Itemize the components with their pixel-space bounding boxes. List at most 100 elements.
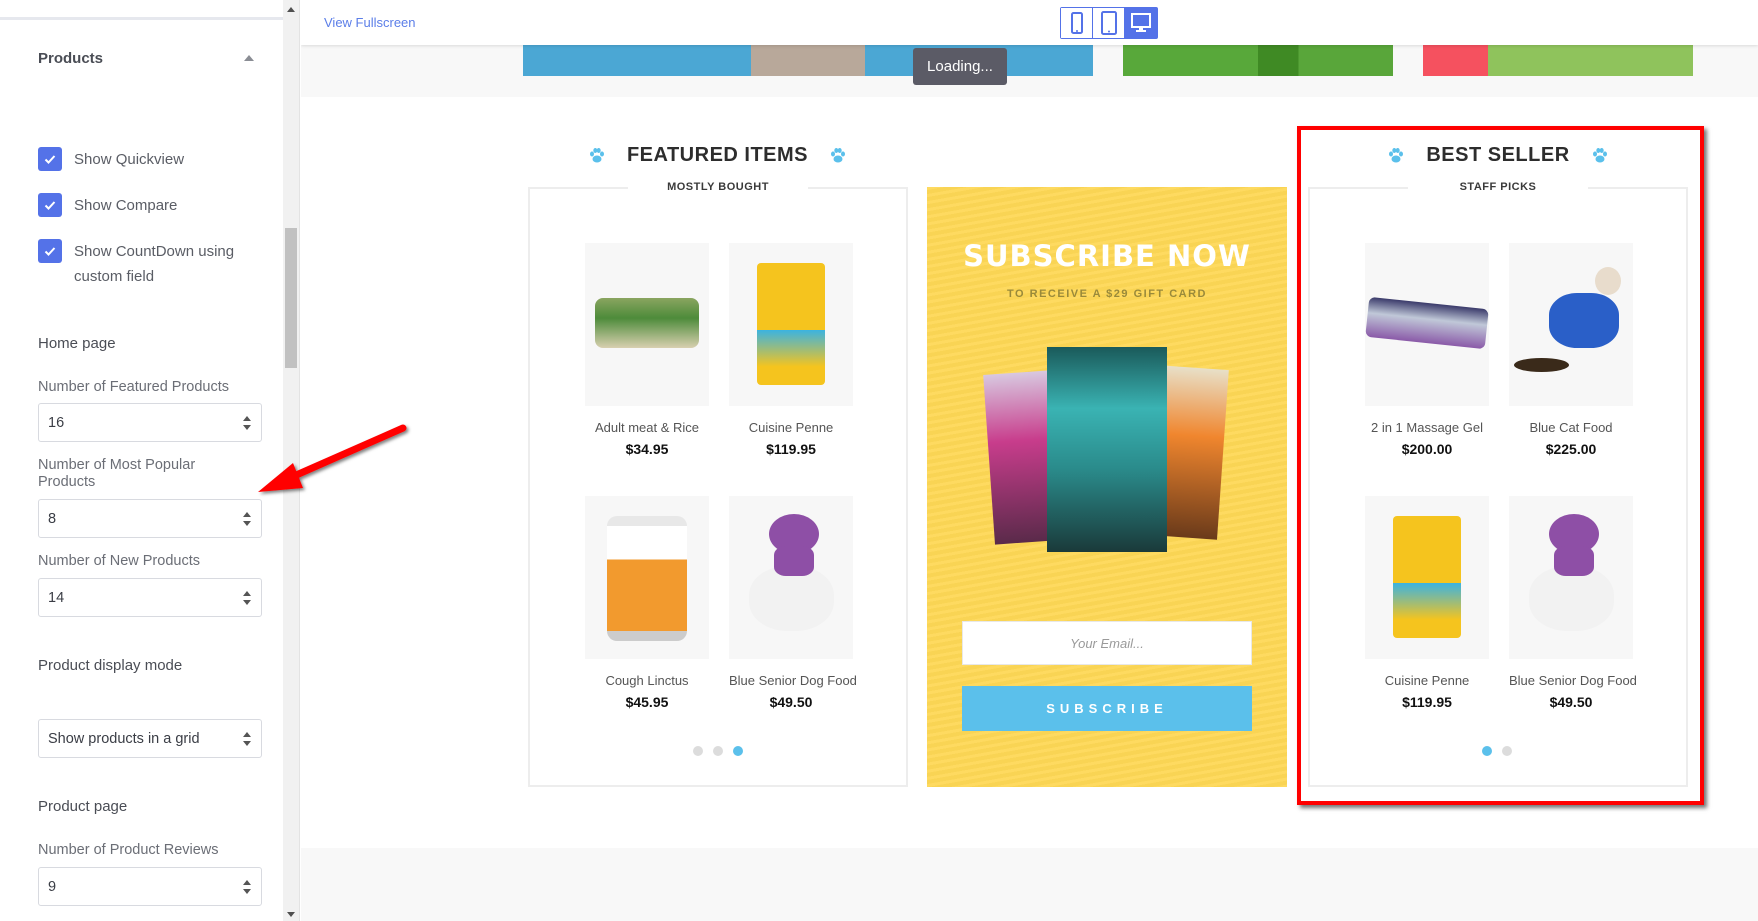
featured-count-label: Number of Featured Products	[38, 379, 230, 395]
section-heading: FEATURED ITEMS	[626, 144, 809, 166]
checkbox-checked-icon[interactable]	[38, 193, 62, 217]
select-arrows-icon[interactable]	[242, 732, 252, 747]
loading-tooltip: Loading...	[913, 48, 1007, 85]
checkbox-show-quickview[interactable]: Show Quickview	[38, 147, 244, 172]
tablet-icon	[1100, 11, 1117, 35]
popular-count-label: Number of Most Popular Products	[38, 457, 196, 490]
product-name[interactable]: Cuisine Penne	[1365, 673, 1489, 688]
device-switcher	[1060, 7, 1158, 39]
banner-parrot-image[interactable]	[1123, 45, 1393, 76]
select-value: Show products in a grid	[48, 730, 200, 747]
checkbox-checked-icon[interactable]	[38, 147, 62, 171]
product-image-cape-cat[interactable]	[1509, 243, 1633, 406]
product-price: $200.00	[1401, 441, 1453, 457]
reviews-count-input[interactable]: 9	[38, 867, 262, 906]
section-subtitle: STAFF PICKS	[1408, 181, 1588, 193]
annotation-arrow-icon	[258, 424, 407, 492]
view-fullscreen-link[interactable]: View Fullscreen	[324, 15, 416, 30]
product-name[interactable]: Adult meat & Rice	[585, 420, 709, 435]
collapse-caret-icon[interactable]	[244, 55, 254, 61]
spinner-arrows-icon[interactable]	[242, 512, 252, 527]
product-image-canned-food[interactable]	[585, 243, 709, 406]
product-name[interactable]: Blue Senior Dog Food	[1509, 673, 1637, 688]
paw-icon	[1388, 148, 1404, 163]
spinner-arrows-icon[interactable]	[242, 416, 252, 431]
subscribe-button[interactable]: SUBSCRIBE	[962, 686, 1252, 731]
carousel-dot-active[interactable]	[1482, 746, 1492, 756]
desktop-monitor-icon	[1131, 13, 1151, 32]
product-card[interactable]: Cuisine Penne $119.95	[1365, 496, 1489, 710]
mobile-phone-icon	[1070, 12, 1083, 34]
product-image-basics-can[interactable]	[585, 496, 709, 659]
product-card[interactable]: 2 in 1 Massage Gel $200.00	[1365, 243, 1489, 457]
banner-dog-image[interactable]	[523, 45, 1093, 76]
earthborn-bags-image	[983, 347, 1229, 567]
popular-count-input[interactable]: 8	[38, 499, 262, 538]
product-image-octopus-cat[interactable]	[729, 496, 853, 659]
section-heading: BEST SELLER	[1426, 144, 1570, 166]
scrollbar-thumb[interactable]	[285, 228, 297, 368]
featured-carousel-dots	[693, 746, 743, 756]
product-card[interactable]: Blue Cat Food $225.00	[1509, 243, 1633, 457]
preview-toolbar: View Fullscreen	[301, 0, 1758, 45]
subscribe-caption: TO RECEIVE A $29 GIFT CARD	[1007, 288, 1207, 300]
store-preview: View Fullscreen Loading... FEATURED ITEM…	[301, 0, 1758, 921]
carousel-dot[interactable]	[1502, 746, 1512, 756]
sidebar-divider	[0, 17, 283, 20]
product-page-heading: Product page	[38, 798, 128, 815]
product-price: $119.95	[766, 441, 816, 457]
product-image-octopus-cat[interactable]	[1509, 496, 1633, 659]
product-name[interactable]: Blue Senior Dog Food	[729, 673, 857, 688]
checkbox-show-countdown[interactable]: Show CountDown using custom field	[38, 239, 244, 289]
product-card[interactable]: Blue Senior Dog Food $49.50	[1509, 496, 1637, 710]
product-name[interactable]: Cuisine Penne	[729, 420, 853, 435]
banner-promo-image[interactable]	[1423, 45, 1693, 76]
checkbox-label: Show CountDown using custom field	[74, 243, 235, 285]
section-subtitle: MOSTLY BOUGHT	[628, 181, 808, 193]
subscribe-banner: SUBSCRIBE NOW TO RECEIVE A $29 GIFT CARD…	[927, 187, 1287, 787]
product-card[interactable]: Blue Senior Dog Food $49.50	[729, 496, 857, 710]
product-name[interactable]: Blue Cat Food	[1509, 420, 1633, 435]
new-count-input[interactable]: 14	[38, 578, 262, 617]
product-image-massage-gel[interactable]	[1365, 243, 1489, 406]
input-value: 8	[48, 510, 57, 527]
checkbox-show-compare[interactable]: Show Compare	[38, 193, 244, 218]
product-price: $34.95	[625, 441, 669, 457]
product-name[interactable]: 2 in 1 Massage Gel	[1365, 420, 1489, 435]
carousel-dot[interactable]	[693, 746, 703, 756]
product-price: $119.95	[1402, 694, 1452, 710]
subscribe-email-input[interactable]: Your Email...	[962, 621, 1252, 665]
product-price: $49.50	[769, 694, 813, 710]
device-mobile-button[interactable]	[1061, 8, 1093, 38]
scroll-down-arrow-icon[interactable]	[287, 912, 295, 917]
product-card[interactable]: Cough Linctus $45.95	[585, 496, 709, 710]
input-value: 16	[48, 414, 65, 431]
product-image-friskies-bag[interactable]	[1365, 496, 1489, 659]
carousel-dot-active[interactable]	[733, 746, 743, 756]
checkbox-label: Show Quickview	[74, 151, 185, 168]
spinner-arrows-icon[interactable]	[242, 591, 252, 606]
featured-count-input[interactable]: 16	[38, 403, 262, 442]
settings-sidebar: Products Show Quickview Show Compare Sho…	[0, 0, 283, 921]
spinner-arrows-icon[interactable]	[242, 880, 252, 895]
banner-strip	[301, 45, 1758, 97]
product-card[interactable]: Cuisine Penne $119.95	[729, 243, 853, 457]
section-title-products: Products	[38, 50, 104, 67]
device-desktop-button[interactable]	[1125, 8, 1157, 38]
product-name[interactable]: Cough Linctus	[585, 673, 709, 688]
display-mode-select[interactable]: Show products in a grid	[38, 719, 262, 758]
device-tablet-button[interactable]	[1093, 8, 1125, 38]
paw-icon	[589, 148, 605, 163]
scroll-up-arrow-icon[interactable]	[287, 7, 295, 12]
product-card[interactable]: Adult meat & Rice $34.95	[585, 243, 709, 457]
paw-icon	[830, 148, 846, 163]
product-price: $45.95	[625, 694, 669, 710]
checkbox-checked-icon[interactable]	[38, 239, 62, 263]
footer-strip	[301, 848, 1758, 921]
featured-section-title: FEATURED ITEMS	[528, 144, 907, 167]
product-price: $225.00	[1545, 441, 1597, 457]
carousel-dot[interactable]	[713, 746, 723, 756]
bestseller-section-title: BEST SELLER	[1308, 144, 1688, 167]
bestseller-carousel-dots	[1482, 746, 1512, 756]
product-image-friskies-bag[interactable]	[729, 243, 853, 406]
